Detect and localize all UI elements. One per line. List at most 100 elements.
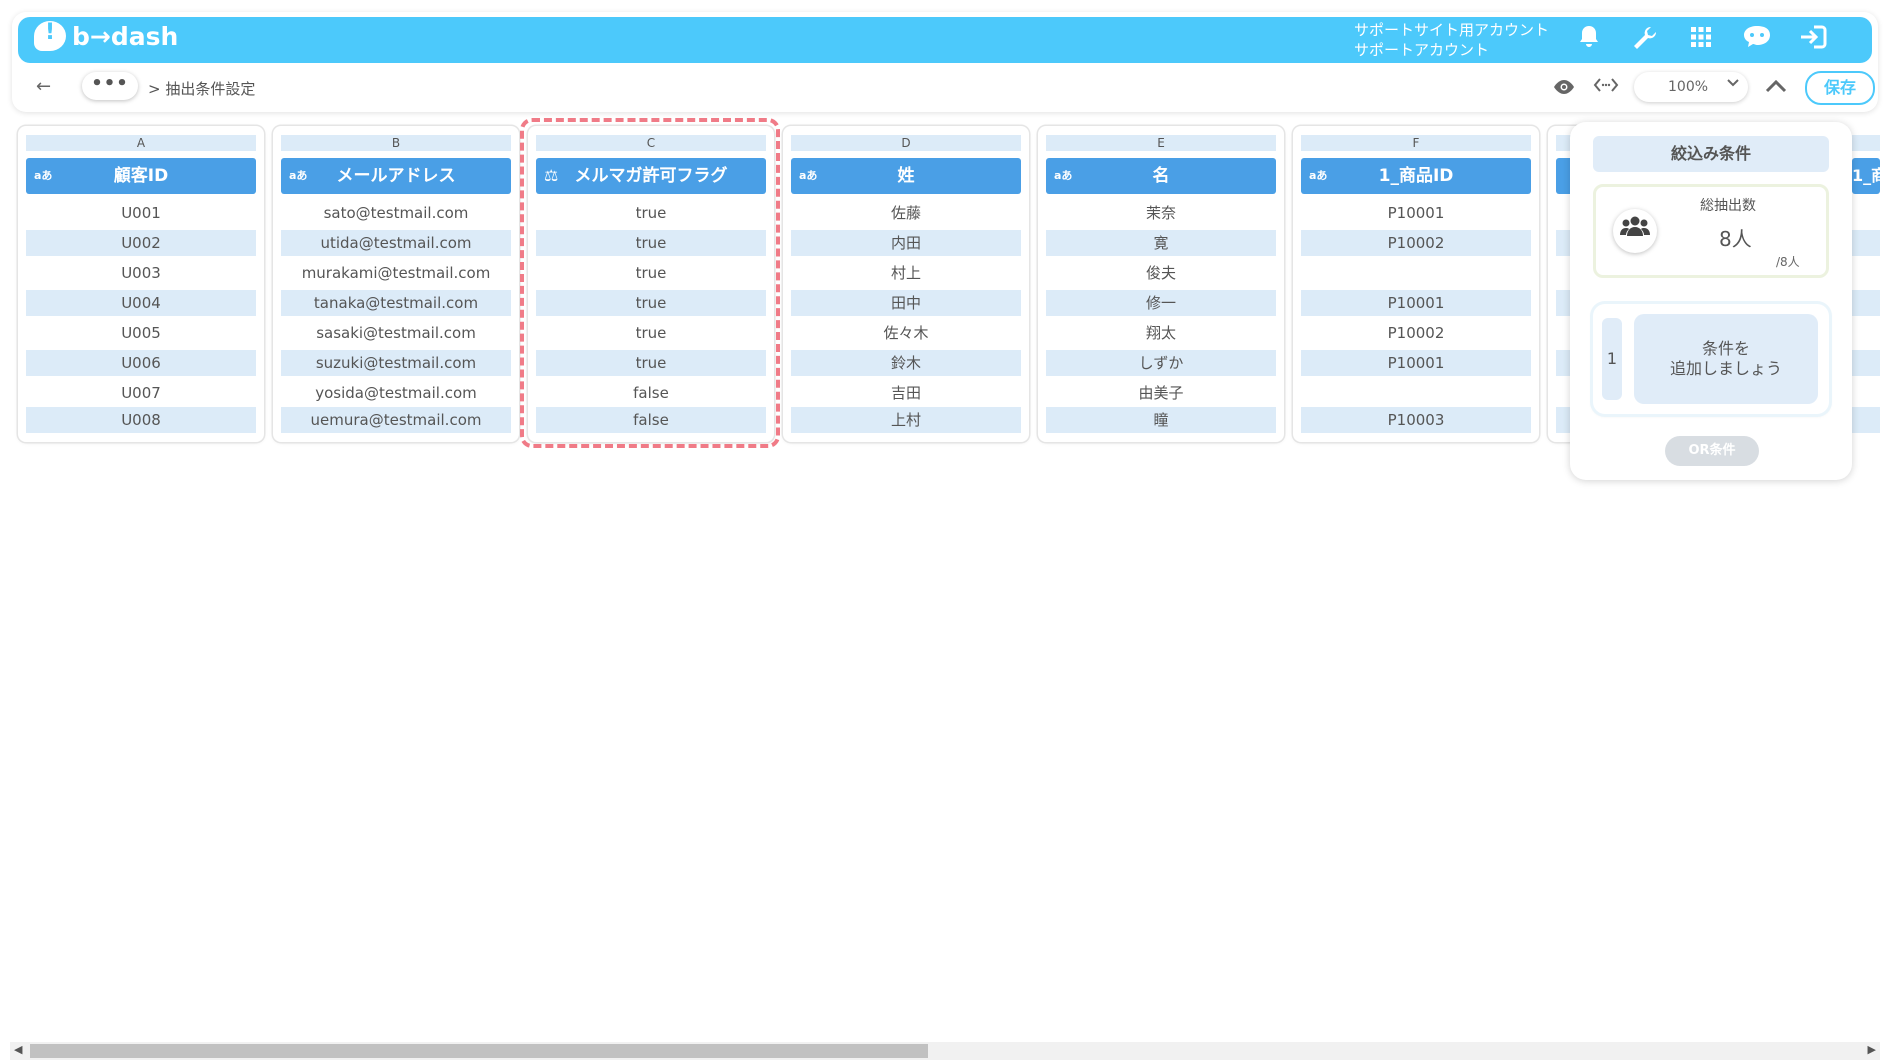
column-title: 顧客ID bbox=[113, 166, 169, 186]
column-header-newsletter-flag[interactable]: ⚖ メルマガ許可フラグ bbox=[536, 158, 766, 194]
table-cell: sato@testmail.com bbox=[323, 204, 469, 222]
horizontal-scrollbar[interactable]: ◀ ▶ bbox=[10, 1042, 1880, 1060]
account-name: サポートサイト用アカウント bbox=[1354, 21, 1550, 39]
logout-icon[interactable] bbox=[1796, 24, 1830, 56]
table-cell: true bbox=[536, 230, 766, 256]
column-letter: C bbox=[536, 135, 766, 151]
column-header-customer-id[interactable]: aあ 顧客ID bbox=[26, 158, 256, 194]
table-cell: U004 bbox=[26, 290, 256, 316]
table-cell: uemura@testmail.com bbox=[281, 407, 511, 433]
table-cell: murakami@testmail.com bbox=[301, 264, 491, 282]
collapse-chevron-up-icon[interactable] bbox=[1765, 74, 1787, 98]
scrollbar-thumb[interactable] bbox=[30, 1044, 928, 1058]
table-cell: 村上 bbox=[890, 264, 921, 282]
column-b: B aあ メールアドレス sato@testmail.com utida@tes… bbox=[273, 126, 519, 442]
table-cell: 内田 bbox=[791, 230, 1021, 256]
count-total: /8人 bbox=[1776, 255, 1800, 269]
table-cell bbox=[1301, 380, 1531, 406]
table-cell: utida@testmail.com bbox=[281, 230, 511, 256]
wrench-icon[interactable] bbox=[1628, 24, 1662, 56]
column-letter: E bbox=[1046, 135, 1276, 151]
column-title: メルマガ許可フラグ bbox=[574, 166, 728, 186]
table-cell bbox=[1852, 290, 1880, 316]
condition-group: 1 条件を 追加しましょう bbox=[1593, 304, 1829, 414]
table-cell bbox=[1852, 230, 1880, 256]
zoom-select[interactable]: 100% bbox=[1634, 72, 1748, 102]
save-button[interactable]: 保存 bbox=[1805, 71, 1875, 105]
column-title: 1_商品ID bbox=[1378, 166, 1454, 186]
table-cell: 瞳 bbox=[1046, 407, 1276, 433]
column-header-first-name[interactable]: aあ 名 bbox=[1046, 158, 1276, 194]
table-cell: P10001 bbox=[1301, 350, 1531, 376]
count-value: 8人 bbox=[1719, 227, 1752, 251]
add-condition-text-2: 追加しましょう bbox=[1669, 359, 1782, 378]
table-cell: 田中 bbox=[791, 290, 1021, 316]
table-cell: false bbox=[633, 384, 669, 402]
back-arrow-icon[interactable]: ← bbox=[36, 76, 51, 97]
column-letter: D bbox=[791, 135, 1021, 151]
column-f: F aあ 1_商品ID P10001 P10002 P10001 P10002 … bbox=[1293, 126, 1539, 442]
grid-icon[interactable] bbox=[1684, 24, 1718, 56]
scroll-left-arrow-icon[interactable]: ◀ bbox=[14, 1043, 22, 1056]
table-cell: false bbox=[536, 407, 766, 433]
panel-title: 絞込み条件 bbox=[1593, 136, 1829, 172]
column-header-email[interactable]: aあ メールアドレス bbox=[281, 158, 511, 194]
table-cell bbox=[1852, 407, 1880, 433]
text-type-icon: aあ bbox=[289, 169, 308, 182]
scroll-right-arrow-icon[interactable]: ▶ bbox=[1868, 1043, 1876, 1056]
column-title: 姓 bbox=[897, 166, 915, 186]
or-condition-button[interactable]: OR条件 bbox=[1665, 436, 1759, 466]
table-cell: 吉田 bbox=[890, 384, 921, 402]
condition-number: 1 bbox=[1602, 318, 1622, 400]
count-label: 総抽出数 bbox=[1700, 198, 1756, 214]
bdash-logo[interactable]: b→dash bbox=[34, 20, 178, 51]
column-header-last-name[interactable]: aあ 姓 bbox=[791, 158, 1021, 194]
column-letter: B bbox=[281, 135, 511, 151]
text-type-icon: aあ bbox=[799, 169, 818, 182]
table-cell: P10002 bbox=[1301, 230, 1531, 256]
table-cell: 寛 bbox=[1046, 230, 1276, 256]
column-d: D aあ 姓 佐藤 内田 村上 田中 佐々木 鈴木 吉田 上村 bbox=[783, 126, 1029, 442]
scale-type-icon: ⚖ bbox=[544, 166, 559, 185]
column-header-product-id[interactable]: aあ 1_商品ID bbox=[1301, 158, 1531, 194]
chat-icon[interactable] bbox=[1740, 24, 1774, 56]
table-cell: P10003 bbox=[1301, 407, 1531, 433]
text-type-icon: aあ bbox=[1309, 169, 1328, 182]
table-cell: 佐藤 bbox=[890, 204, 921, 222]
table-cell: U006 bbox=[26, 350, 256, 376]
eye-icon[interactable] bbox=[1552, 76, 1576, 101]
table-cell: suzuki@testmail.com bbox=[281, 350, 511, 376]
code-icon[interactable] bbox=[1593, 77, 1619, 98]
account-role: サポートアカウント bbox=[1354, 41, 1490, 59]
account-info[interactable]: サポートサイト用アカウント サポートアカウント bbox=[1354, 20, 1549, 60]
column-header-partial[interactable]: 1_商 bbox=[1852, 158, 1880, 194]
table-cell: 佐々木 bbox=[883, 324, 929, 342]
breadcrumb: > 抽出条件設定 bbox=[148, 80, 256, 98]
table-cell: P10001 bbox=[1387, 204, 1445, 222]
table-cell: tanaka@testmail.com bbox=[281, 290, 511, 316]
column-a: A aあ 顧客ID U001 U002 U003 U004 U005 U006 … bbox=[18, 126, 264, 442]
filter-conditions-panel: 絞込み条件 総抽出数 8人 /8人 1 条件を 追加しましょう OR条件 bbox=[1570, 122, 1852, 480]
table-cell: U001 bbox=[121, 204, 161, 222]
table-cell: P10002 bbox=[1387, 324, 1445, 342]
table-cell: P10001 bbox=[1301, 290, 1531, 316]
table-cell: 上村 bbox=[791, 407, 1021, 433]
table-cell: しずか bbox=[1046, 350, 1276, 376]
table-cell: 修一 bbox=[1046, 290, 1276, 316]
table-cell: 茉奈 bbox=[1145, 204, 1176, 222]
column-title: 名 bbox=[1152, 166, 1170, 186]
users-icon bbox=[1613, 209, 1657, 253]
table-cell: U003 bbox=[121, 264, 161, 282]
table-cell: U007 bbox=[121, 384, 161, 402]
table-cell: sasaki@testmail.com bbox=[316, 324, 476, 342]
column-c: C ⚖ メルマガ許可フラグ true true true true true t… bbox=[528, 126, 774, 442]
text-type-icon: aあ bbox=[34, 169, 53, 182]
breadcrumb-more-button[interactable]: ••• bbox=[82, 72, 138, 100]
text-type-icon: aあ bbox=[1054, 169, 1073, 182]
table-cell bbox=[1852, 350, 1880, 376]
bell-icon[interactable] bbox=[1572, 24, 1606, 56]
table-cell: true bbox=[635, 264, 667, 282]
column-g-right-edge: 1_商 bbox=[1852, 126, 1880, 442]
add-condition-dropzone[interactable]: 条件を 追加しましょう bbox=[1634, 314, 1818, 404]
logo-bubble-icon bbox=[34, 20, 66, 51]
